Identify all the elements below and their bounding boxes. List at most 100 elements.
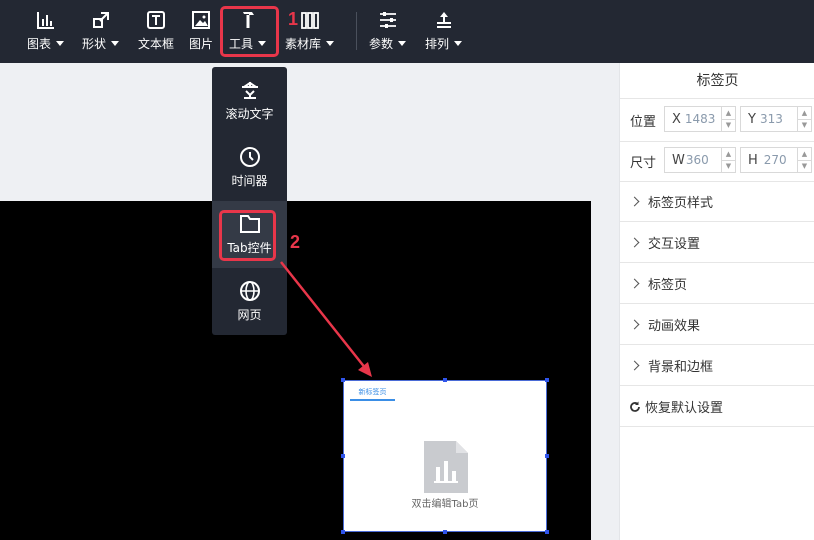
position-label: 位置 <box>630 115 657 130</box>
chevron-down-icon <box>111 41 120 46</box>
top-toolbar: 图表 形状 文本框 图片 工具 素材库 参数 排列 1 <box>0 0 814 63</box>
section-animation[interactable]: 动画效果 <box>620 305 814 345</box>
globe-icon <box>239 281 260 301</box>
divider <box>620 141 814 142</box>
arrange-menu-label: 排列 <box>425 37 450 51</box>
w-stepper[interactable]: ▲ ▼ <box>721 148 735 172</box>
chevron-up-icon[interactable]: ▲ <box>798 107 811 120</box>
tools-highlight-box <box>220 6 279 57</box>
section-animation-label: 动画效果 <box>648 319 701 334</box>
image-tool-button[interactable]: 图片 <box>189 10 213 56</box>
clock-icon <box>239 147 260 167</box>
resize-handle-s[interactable] <box>443 530 447 534</box>
resize-handle-sw[interactable] <box>341 530 345 534</box>
params-menu-label: 参数 <box>369 37 394 51</box>
section-background-border[interactable]: 背景和边框 <box>620 346 814 386</box>
w-value: 360 <box>685 153 709 167</box>
chevron-down-icon[interactable]: ▼ <box>798 120 811 132</box>
height-input[interactable]: H 270 ▲ ▼ <box>740 147 812 173</box>
x-input[interactable]: X 1483 ▲ ▼ <box>664 106 736 132</box>
chevron-up-icon[interactable]: ▲ <box>722 148 735 161</box>
widget-tab-label[interactable]: 新标签页 <box>350 387 395 401</box>
shape-tool-label: 形状 <box>82 37 107 51</box>
section-tab-pages-label: 标签页 <box>648 278 688 293</box>
width-input[interactable]: W 360 ▲ ▼ <box>664 147 736 173</box>
properties-panel: 标签页 位置 X 1483 ▲ ▼ Y 313 ▲ ▼ 尺寸 W 360 ▲ ▼ H … <box>619 63 814 540</box>
tab-control-highlight-box <box>219 210 276 261</box>
section-tab-style[interactable]: 标签页样式 <box>620 182 814 222</box>
y-prefix: Y <box>748 111 756 127</box>
menu-item-marquee[interactable]: 滚动文字 <box>212 67 287 134</box>
x-value: 1483 <box>684 112 716 126</box>
library-icon <box>300 12 319 29</box>
chevron-down-icon <box>454 41 463 46</box>
image-icon <box>192 11 210 29</box>
chevron-down-icon <box>56 41 65 46</box>
chevron-up-icon[interactable]: ▲ <box>722 107 735 120</box>
shape-tool-button[interactable]: 形状 <box>82 10 120 56</box>
bar-chart-icon <box>36 12 54 29</box>
arrange-menu-button[interactable]: 排列 <box>425 10 463 56</box>
chevron-down-icon[interactable]: ▼ <box>722 120 735 132</box>
menu-item-timer[interactable]: 时间器 <box>212 134 287 201</box>
toolbar-divider <box>356 12 357 50</box>
document-chart-icon <box>424 441 468 493</box>
y-value: 313 <box>759 112 783 126</box>
panel-title: 标签页 <box>620 63 814 99</box>
chevron-right-icon <box>629 196 640 207</box>
marquee-icon <box>241 81 258 99</box>
sliders-icon <box>379 12 396 28</box>
x-stepper[interactable]: ▲ ▼ <box>721 107 735 131</box>
menu-item-marquee-label: 滚动文字 <box>225 107 274 121</box>
chevron-down-icon[interactable]: ▼ <box>722 161 735 173</box>
chevron-down-icon <box>398 41 407 46</box>
chevron-right-icon <box>629 360 640 371</box>
params-menu-button[interactable]: 参数 <box>369 10 407 56</box>
menu-item-webpage-label: 网页 <box>237 308 262 322</box>
chevron-up-icon[interactable]: ▲ <box>798 148 811 161</box>
resize-handle-ne[interactable] <box>545 378 549 382</box>
textbox-tool-label: 文本框 <box>138 37 175 51</box>
resize-handle-e[interactable] <box>545 454 549 458</box>
textbox-tool-button[interactable]: 文本框 <box>138 10 174 56</box>
section-interaction-label: 交互设置 <box>648 237 701 252</box>
h-stepper[interactable]: ▲ ▼ <box>797 148 811 172</box>
h-value: 270 <box>763 153 787 167</box>
section-interaction[interactable]: 交互设置 <box>620 223 814 263</box>
chevron-down-icon[interactable]: ▼ <box>798 161 811 173</box>
chevron-down-icon <box>326 41 335 46</box>
reset-defaults-button[interactable]: 恢复默认设置 <box>620 387 814 427</box>
chart-tool-button[interactable]: 图表 <box>27 10 65 56</box>
arrange-icon <box>436 12 451 28</box>
reset-defaults-label: 恢复默认设置 <box>645 401 724 416</box>
library-menu-label: 素材库 <box>285 37 322 51</box>
h-prefix: H <box>748 152 758 168</box>
chart-tool-label: 图表 <box>27 37 52 51</box>
chevron-right-icon <box>629 319 640 330</box>
shape-icon <box>92 12 109 28</box>
textbox-icon <box>147 11 165 29</box>
chevron-right-icon <box>629 237 640 248</box>
image-tool-label: 图片 <box>189 37 214 51</box>
section-tab-style-label: 标签页样式 <box>648 196 714 211</box>
section-background-border-label: 背景和边框 <box>648 360 714 375</box>
resize-handle-w[interactable] <box>341 454 345 458</box>
section-tab-pages[interactable]: 标签页 <box>620 264 814 304</box>
tab-control-widget[interactable]: 新标签页 双击编辑Tab页 <box>343 380 547 532</box>
widget-caption: 双击编辑Tab页 <box>411 499 479 510</box>
y-input[interactable]: Y 313 ▲ ▼ <box>740 106 812 132</box>
resize-handle-se[interactable] <box>545 530 549 534</box>
step-2-annotation: 2 <box>290 232 301 252</box>
menu-item-webpage[interactable]: 网页 <box>212 268 287 335</box>
refresh-icon <box>630 401 640 412</box>
w-prefix: W <box>672 152 685 168</box>
y-stepper[interactable]: ▲ ▼ <box>797 107 811 131</box>
x-prefix: X <box>672 111 681 127</box>
step-1-annotation: 1 <box>288 9 299 29</box>
size-label: 尺寸 <box>630 156 657 171</box>
menu-item-timer-label: 时间器 <box>231 174 268 188</box>
chevron-right-icon <box>629 278 640 289</box>
resize-handle-n[interactable] <box>443 378 447 382</box>
tools-dropdown-menu: 滚动文字 时间器 Tab控件 网页 <box>212 67 287 335</box>
resize-handle-nw[interactable] <box>341 378 345 382</box>
